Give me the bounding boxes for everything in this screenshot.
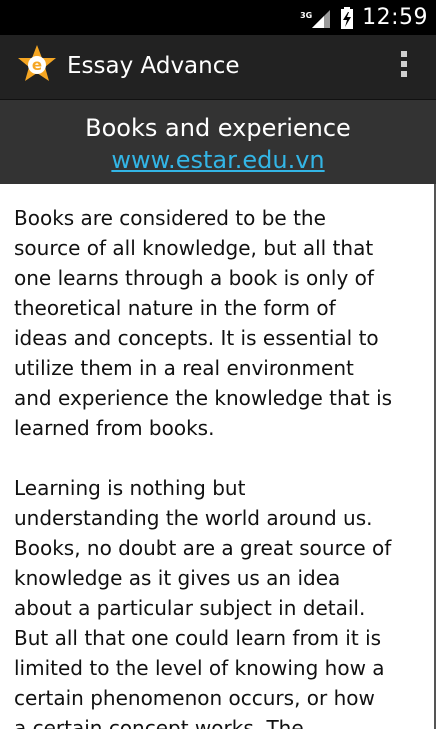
essay-header: Books and experience www.estar.edu.vn [0, 100, 436, 184]
app-logo-icon[interactable]: e [17, 44, 57, 84]
signal-strength-icon [312, 9, 331, 28]
app-title: Essay Advance [67, 53, 240, 79]
essay-title: Books and experience [85, 114, 351, 142]
essay-body[interactable]: Books are considered to be the source of… [14, 203, 424, 729]
essay-paragraph: Learning is nothing but understanding th… [14, 476, 392, 729]
essay-paragraph: Books are considered to be the source of… [14, 206, 393, 440]
status-bar: 3G 12:59 [0, 0, 436, 35]
overflow-menu-icon[interactable] [396, 51, 412, 83]
svg-text:e: e [32, 56, 42, 74]
website-link[interactable]: www.estar.edu.vn [0, 146, 436, 174]
battery-charging-icon [341, 6, 354, 29]
screen: 3G 12:59 e Essay Advance Books and exper… [0, 0, 436, 729]
status-time: 12:59 [362, 5, 428, 30]
status-icons: 3G 12:59 [300, 0, 428, 35]
signal-indicator: 3G [300, 6, 332, 30]
network-type-label: 3G [300, 10, 313, 20]
action-bar: e Essay Advance [0, 35, 436, 100]
